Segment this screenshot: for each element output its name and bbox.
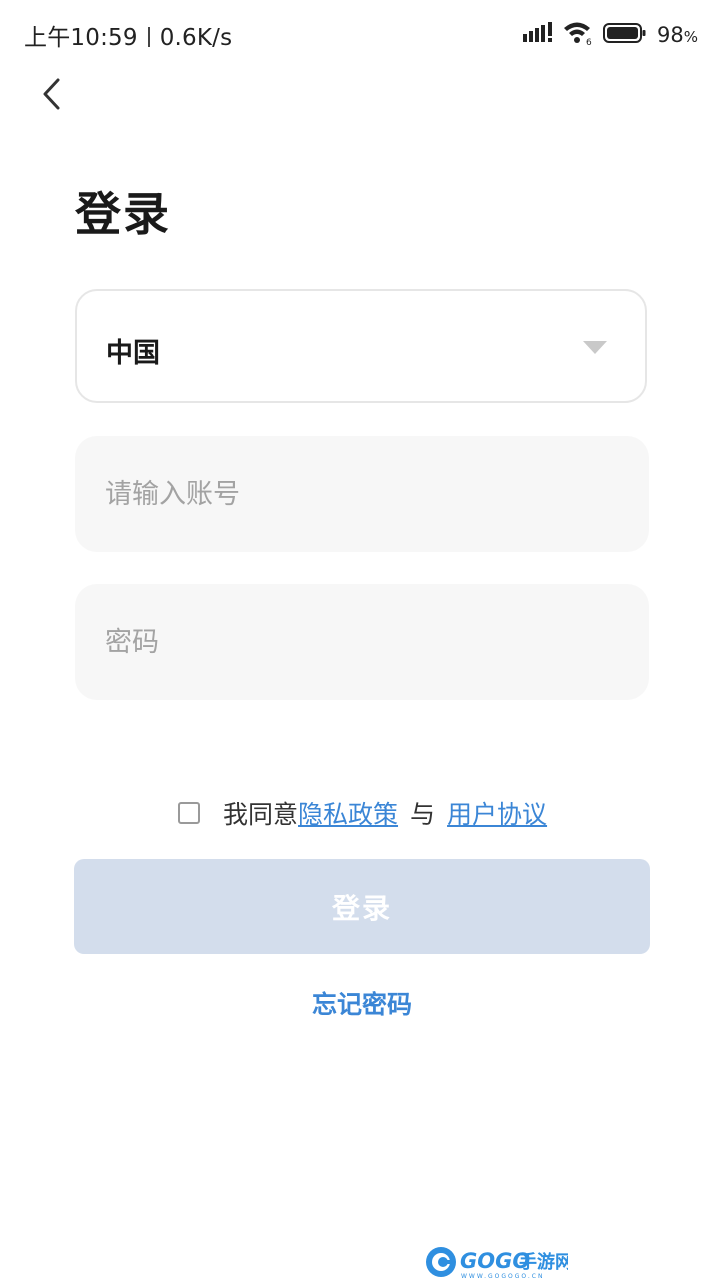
battery-percentage: 98% [657, 23, 698, 47]
agreement-row: 我同意隐私政策与用户协议 [0, 793, 724, 833]
agreement-prefix: 我同意 [223, 800, 299, 829]
svg-text:WWW.GOGOGO.CN: WWW.GOGOGO.CN [461, 1273, 544, 1280]
region-select[interactable]: 中国 [75, 289, 647, 403]
agreement-conjunction: 与 [410, 800, 436, 829]
wifi-icon: 6 [563, 20, 593, 50]
status-bar: 上午10:59 0.6K/s 6 98% [0, 0, 724, 70]
battery-value: 98 [657, 23, 684, 47]
back-button[interactable] [30, 74, 74, 118]
status-right: 6 98% [523, 20, 698, 50]
user-agreement-link[interactable]: 用户协议 [447, 800, 547, 829]
password-input[interactable] [75, 584, 649, 700]
account-field [75, 436, 649, 552]
svg-text:6: 6 [586, 38, 592, 46]
password-field [75, 584, 649, 700]
login-button[interactable]: 登录 [74, 859, 650, 954]
battery-unit: % [683, 28, 698, 46]
forgot-password-link[interactable]: 忘记密码 [0, 985, 724, 1021]
caret-down-icon [583, 341, 607, 354]
status-separator [147, 27, 150, 47]
battery-icon [603, 22, 647, 48]
page-title: 登录 [75, 187, 171, 241]
status-left: 上午10:59 0.6K/s [24, 18, 232, 52]
privacy-policy-link[interactable]: 隐私政策 [298, 800, 398, 829]
signal-icon [523, 22, 553, 48]
network-speed: 0.6K/s [159, 25, 233, 51]
region-value: 中国 [106, 338, 160, 369]
status-time: 上午10:59 [24, 25, 138, 51]
gogo-watermark-logo: GOGO 手游网 WWW.GOGOGO.CN [424, 1243, 573, 1281]
agreement-checkbox[interactable] [178, 802, 200, 824]
svg-text:手游网: 手游网 [519, 1251, 568, 1273]
chevron-left-icon [40, 77, 64, 115]
account-input[interactable] [75, 436, 649, 552]
agreement-text: 我同意隐私政策与用户协议 [223, 795, 547, 831]
